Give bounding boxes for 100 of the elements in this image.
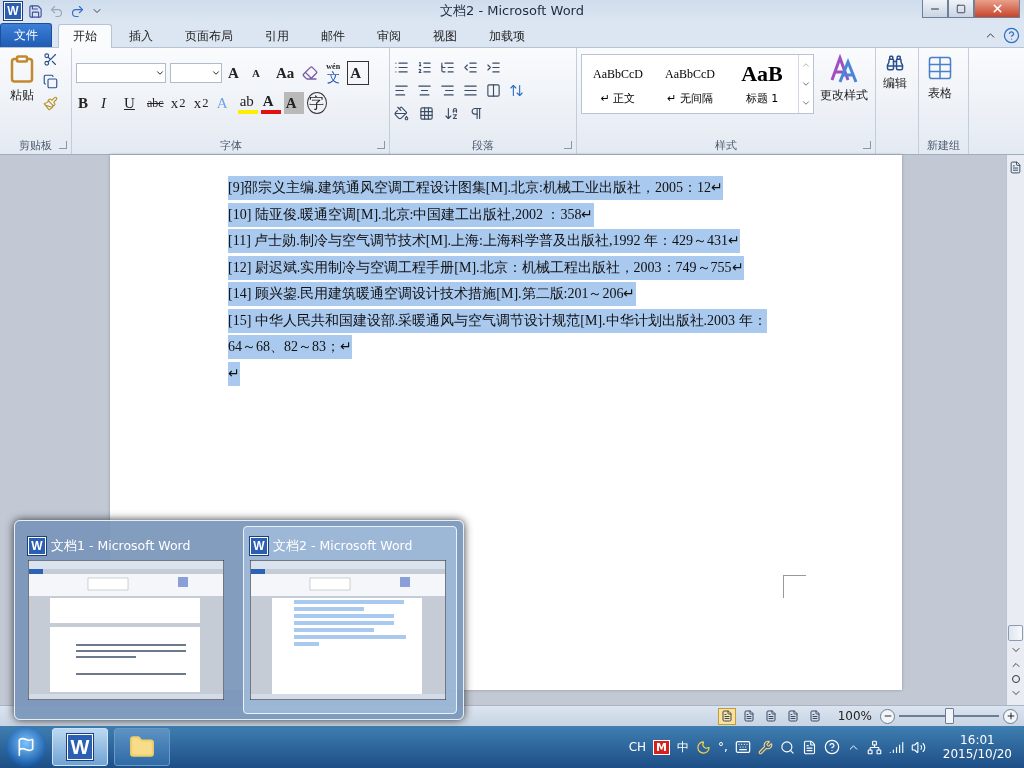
page-icon — [742, 710, 755, 722]
case-button[interactable]: Aa — [274, 62, 297, 84]
tray-text[interactable]: 中 — [677, 738, 689, 756]
highlight-button[interactable]: ab — [237, 92, 258, 114]
page-corner-mark — [783, 575, 806, 598]
clock[interactable]: 16:01 2015/10/20 — [942, 733, 1012, 761]
tray-text[interactable]: °, — [718, 740, 728, 754]
align-left-icon[interactable] — [394, 83, 409, 98]
borders-icon[interactable] — [419, 106, 434, 121]
page-icon — [786, 710, 799, 722]
slider-thumb[interactable] — [945, 708, 954, 724]
ribbon-tab[interactable]: 加载项 — [474, 25, 540, 47]
caret-icon — [155, 68, 165, 78]
start-button[interactable] — [6, 727, 46, 767]
ribbon-tab[interactable]: 审阅 — [362, 25, 416, 47]
table-icon — [926, 54, 954, 82]
word-taskbar-button[interactable]: W — [52, 728, 108, 766]
vertical-scrollbar[interactable] — [1006, 155, 1024, 705]
shading-button[interactable]: A — [283, 92, 304, 114]
input-method-icon[interactable]: M — [653, 739, 670, 755]
binoculars-icon — [886, 54, 904, 72]
group-label: 字体 — [219, 137, 242, 153]
wrench-icon[interactable] — [757, 739, 773, 755]
font-name-field[interactable] — [76, 63, 166, 83]
shrink-button[interactable]: A — [250, 62, 270, 84]
style-item[interactable]: AaBbCcD ↵ 正文 — [582, 55, 654, 113]
align-center-icon[interactable] — [417, 83, 432, 98]
increase-indent-icon[interactable] — [486, 60, 501, 75]
letters-a-icon — [829, 54, 859, 84]
format-painter-icon[interactable] — [43, 96, 58, 111]
line-spacing-icon[interactable] — [509, 83, 524, 98]
enclose-button[interactable]: 字 — [306, 92, 327, 114]
shading-icon[interactable] — [394, 106, 409, 121]
scroll-down-icon[interactable] — [801, 79, 811, 89]
sort-icon[interactable] — [444, 106, 459, 121]
show-marks-icon[interactable] — [469, 106, 484, 121]
scroll-thumb[interactable] — [1008, 625, 1023, 641]
volume-icon[interactable] — [910, 739, 926, 755]
multilevel-list-icon[interactable] — [440, 60, 455, 75]
change-styles-button[interactable]: 更改样式 — [817, 52, 871, 136]
align-right-icon[interactable] — [440, 83, 455, 98]
zoom-out-button[interactable] — [880, 708, 895, 724]
bold-button[interactable]: B — [76, 92, 96, 114]
view-button[interactable] — [717, 707, 736, 725]
network-icon[interactable] — [866, 739, 882, 755]
strike-button[interactable]: abc — [145, 92, 166, 114]
minimize-button[interactable] — [922, 0, 948, 18]
restore-button[interactable] — [948, 0, 974, 18]
editing-button[interactable]: 编辑 — [880, 52, 910, 154]
zoom-in-button[interactable] — [1003, 708, 1018, 724]
document-icon[interactable] — [801, 739, 817, 755]
color-button[interactable]: A — [260, 92, 281, 114]
phonetic-guide-button[interactable]: wén 文 — [324, 62, 345, 84]
save-icon[interactable] — [28, 3, 43, 19]
style-item[interactable]: AaB 标题 1 — [726, 55, 798, 113]
ribbon-tab[interactable]: 开始 — [58, 24, 112, 48]
ribbon-tab[interactable]: 插入 — [114, 25, 168, 47]
italic-button[interactable]: I — [99, 92, 119, 114]
redo-icon[interactable] — [70, 3, 85, 19]
preview-title: 文档1 - Microsoft Word — [51, 537, 191, 555]
search-icon[interactable] — [779, 739, 795, 755]
justify-icon[interactable] — [463, 83, 478, 98]
numbering-icon[interactable] — [417, 60, 432, 75]
word-app-icon: W — [28, 537, 46, 555]
close-button[interactable] — [974, 0, 1020, 18]
border-button[interactable]: A — [348, 62, 369, 84]
ribbon-tab[interactable]: 引用 — [250, 25, 304, 47]
copy-icon[interactable] — [43, 74, 58, 89]
style-name: 标题 1 — [745, 90, 779, 106]
app-icon[interactable]: W — [4, 2, 22, 20]
grow-button[interactable]: A — [226, 62, 246, 84]
tray-text[interactable]: CH — [628, 740, 647, 754]
moon-icon[interactable] — [696, 739, 711, 755]
table-button[interactable]: 表格 — [923, 52, 957, 136]
explorer-taskbar-button[interactable] — [114, 728, 170, 766]
style-sample: AaB — [741, 62, 783, 85]
decrease-indent-icon[interactable] — [463, 60, 478, 75]
file-tab[interactable]: 文件 — [0, 23, 52, 47]
style-name: ↵ 正文 — [600, 90, 636, 106]
ribbon-tab[interactable]: 视图 — [418, 25, 472, 47]
window-preview[interactable]: W 文档1 - Microsoft Word — [21, 526, 235, 714]
font-size-field[interactable] — [170, 63, 222, 83]
eraser-icon — [302, 65, 319, 81]
cut-icon[interactable] — [43, 52, 58, 67]
ribbon-tab[interactable]: 页面布局 — [170, 25, 248, 47]
page-icon — [764, 710, 777, 722]
zoom-level: 100% — [837, 709, 872, 723]
close-icon — [990, 2, 1004, 15]
paste-button[interactable]: 粘贴 — [4, 52, 40, 136]
signal-icon[interactable] — [888, 739, 904, 755]
bullets-icon[interactable] — [394, 60, 409, 75]
style-name: ↵ 无间隔 — [667, 90, 713, 106]
word-app-icon: W — [250, 537, 268, 555]
keyboard-icon[interactable] — [734, 739, 751, 755]
ribbon-tab[interactable]: 邮件 — [306, 25, 360, 47]
group-label: 新建组 — [927, 137, 960, 153]
underline-button[interactable]: U — [122, 92, 142, 114]
help-icon[interactable] — [1003, 27, 1020, 44]
window-preview[interactable]: W 文档2 - Microsoft Word — [243, 526, 457, 714]
style-item[interactable]: AaBbCcD ↵ 无间隔 — [654, 55, 726, 113]
